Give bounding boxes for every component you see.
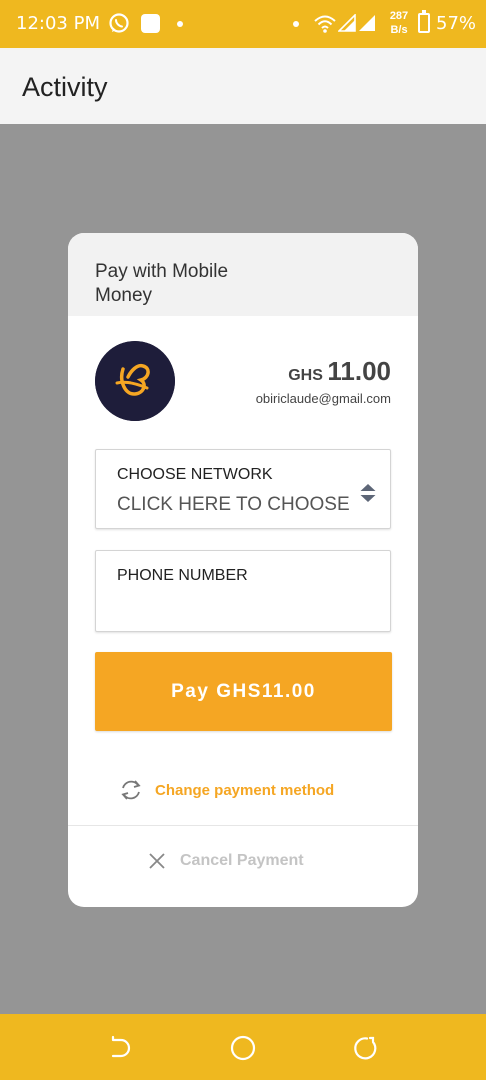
notification-square-icon bbox=[141, 14, 160, 33]
battery-icon bbox=[418, 10, 430, 33]
amount: GHS 11.00 bbox=[288, 356, 391, 387]
wifi-icon bbox=[314, 15, 336, 33]
change-payment-method[interactable]: Change payment method bbox=[118, 777, 334, 803]
amount-value: 11.00 bbox=[327, 356, 391, 386]
phone-label: PHONE NUMBER bbox=[117, 567, 248, 584]
payment-dialog: Pay with Mobile Money GHS 11.00 obiricla… bbox=[68, 233, 418, 907]
notification-dot-icon bbox=[293, 21, 299, 27]
network-select[interactable]: CHOOSE NETWORK CLICK HERE TO CHOOSE bbox=[95, 449, 391, 529]
close-icon bbox=[149, 853, 165, 869]
select-arrows-icon bbox=[360, 484, 376, 502]
pay-button[interactable]: Pay GHS11.00 bbox=[95, 652, 392, 731]
amount-currency: GHS bbox=[288, 367, 323, 384]
network-value: CLICK HERE TO CHOOSE bbox=[117, 494, 350, 515]
network-speed: 287 B/s bbox=[386, 9, 412, 37]
network-label: CHOOSE NETWORK bbox=[117, 466, 273, 483]
signal-icon bbox=[359, 15, 375, 31]
notification-dot-icon bbox=[177, 21, 183, 27]
signal-icon bbox=[338, 14, 356, 32]
status-time: 12:03 PM bbox=[16, 13, 100, 34]
whatsapp-icon bbox=[109, 13, 129, 33]
back-icon[interactable] bbox=[107, 1034, 135, 1062]
network-speed-value: 287 bbox=[389, 10, 409, 22]
cancel-payment-label: Cancel Payment bbox=[180, 852, 304, 869]
recents-icon[interactable] bbox=[351, 1034, 379, 1062]
page-title: Activity bbox=[22, 72, 108, 102]
phone-number-input[interactable] bbox=[117, 595, 367, 621]
divider bbox=[68, 825, 418, 826]
battery-percent: 57% bbox=[436, 13, 477, 34]
network-speed-unit: B/s bbox=[390, 24, 408, 36]
merchant-logo bbox=[95, 341, 175, 421]
phone-number-field[interactable]: PHONE NUMBER bbox=[95, 550, 391, 632]
status-bar: 12:03 PM 287 B/s 57% bbox=[0, 0, 486, 48]
app-bar: Activity bbox=[0, 48, 486, 124]
customer-email: obiriclaude@gmail.com bbox=[255, 391, 391, 406]
change-payment-label: Change payment method bbox=[155, 781, 335, 799]
cancel-payment-button[interactable]: Cancel Payment bbox=[148, 852, 304, 870]
navigation-bar bbox=[0, 1014, 486, 1080]
home-icon[interactable] bbox=[229, 1034, 257, 1062]
dialog-header: Pay with Mobile Money bbox=[68, 233, 418, 316]
dialog-title: Pay with Mobile Money bbox=[95, 261, 229, 306]
refresh-icon bbox=[121, 780, 141, 800]
